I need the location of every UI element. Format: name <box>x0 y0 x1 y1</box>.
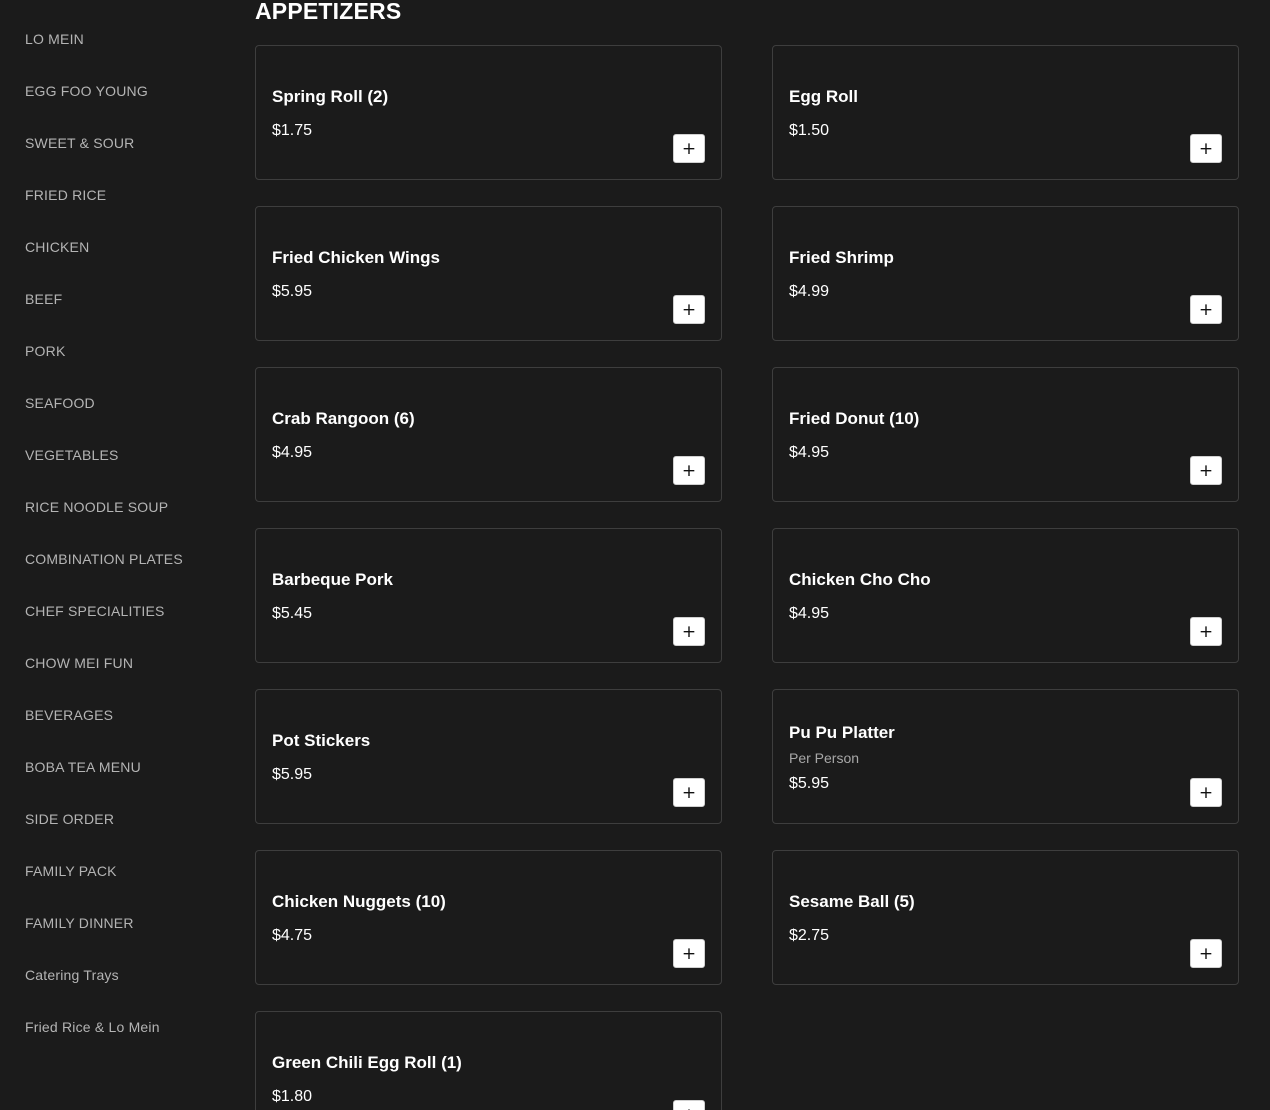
sidebar-item-catering-trays[interactable]: Catering Trays <box>25 967 119 983</box>
menu-page: LO MEIN EGG FOO YOUNG SWEET & SOUR FRIED… <box>0 0 1270 1110</box>
plus-icon: + <box>681 299 697 320</box>
plus-icon: + <box>1198 782 1214 803</box>
sidebar-item-chicken[interactable]: CHICKEN <box>25 239 89 255</box>
item-name: Spring Roll (2) <box>272 87 389 106</box>
item-price: $4.95 <box>272 444 313 461</box>
item-name: Green Chili Egg Roll (1) <box>272 1053 462 1072</box>
item-name: Pot Stickers <box>272 731 371 750</box>
plus-icon: + <box>1198 943 1214 964</box>
add-item-button[interactable]: + <box>673 295 705 324</box>
item-name: Chicken Nuggets (10) <box>272 892 446 911</box>
plus-icon: + <box>681 138 697 159</box>
plus-icon: + <box>1198 621 1214 642</box>
item-price: $1.50 <box>789 122 830 139</box>
add-item-button[interactable]: + <box>673 778 705 807</box>
sidebar-item-boba-tea-menu[interactable]: BOBA TEA MENU <box>25 759 141 775</box>
menu-item-card[interactable]: Fried Chicken Wings $5.95 + <box>255 206 722 341</box>
item-price: $1.80 <box>272 1088 313 1105</box>
sidebar-item-chef-specialities[interactable]: CHEF SPECIALITIES <box>25 603 165 619</box>
item-name: Sesame Ball (5) <box>789 892 915 911</box>
menu-item-card[interactable]: Green Chili Egg Roll (1) $1.80 + <box>255 1011 722 1110</box>
item-price: $4.75 <box>272 927 313 944</box>
plus-icon: + <box>682 1105 696 1110</box>
add-item-button[interactable]: + <box>1190 456 1222 485</box>
item-name: Barbeque Pork <box>272 570 393 589</box>
add-item-button[interactable]: + <box>1190 617 1222 646</box>
plus-icon: + <box>1198 299 1214 320</box>
add-item-button[interactable]: + <box>673 456 705 485</box>
category-sidebar: LO MEIN EGG FOO YOUNG SWEET & SOUR FRIED… <box>0 0 230 1110</box>
sidebar-item-family-pack[interactable]: FAMILY PACK <box>25 863 117 879</box>
item-price: $4.95 <box>789 444 830 461</box>
menu-item-card[interactable]: Spring Roll (2) $1.75 + <box>255 45 722 180</box>
item-price: $5.45 <box>272 605 313 622</box>
sidebar-item-seafood[interactable]: SEAFOOD <box>25 395 95 411</box>
menu-item-card[interactable]: Crab Rangoon (6) $4.95 + <box>255 367 722 502</box>
item-name: Egg Roll <box>789 87 858 106</box>
menu-item-card[interactable]: Egg Roll $1.50 + <box>772 45 1239 180</box>
sidebar-item-pork[interactable]: PORK <box>25 343 65 359</box>
sidebar-item-fried-rice[interactable]: FRIED RICE <box>25 187 106 203</box>
sidebar-item-beef[interactable]: BEEF <box>25 291 62 307</box>
item-price: $1.75 <box>272 122 313 139</box>
item-price: $2.75 <box>789 927 830 944</box>
menu-item-card[interactable]: Pu Pu Platter Per Person $5.95 + <box>772 689 1239 824</box>
add-item-button[interactable]: + <box>1190 778 1222 807</box>
menu-item-card[interactable]: Sesame Ball (5) $2.75 + <box>772 850 1239 985</box>
menu-item-card[interactable]: Chicken Cho Cho $4.95 + <box>772 528 1239 663</box>
item-description: Per Person <box>789 750 860 766</box>
plus-icon: + <box>1198 138 1214 159</box>
sidebar-item-chow-mei-fun[interactable]: CHOW MEI FUN <box>25 655 133 671</box>
item-price: $5.95 <box>789 775 830 792</box>
add-item-button[interactable]: + <box>673 1100 705 1110</box>
sidebar-item-vegetables[interactable]: VEGETABLES <box>25 447 119 463</box>
plus-icon: + <box>681 782 697 803</box>
sidebar-item-combination-plates[interactable]: COMBINATION PLATES <box>25 551 183 567</box>
add-item-button[interactable]: + <box>673 617 705 646</box>
menu-item-card[interactable]: Pot Stickers $5.95 + <box>255 689 722 824</box>
add-item-button[interactable]: + <box>1190 134 1222 163</box>
item-name: Fried Donut (10) <box>789 409 920 428</box>
add-item-button[interactable]: + <box>673 134 705 163</box>
sidebar-item-fried-rice-and-lo-mein[interactable]: Fried Rice & Lo Mein <box>25 1019 160 1035</box>
sidebar-item-sweet-and-sour[interactable]: SWEET & SOUR <box>25 135 135 151</box>
menu-item-card[interactable]: Chicken Nuggets (10) $4.75 + <box>255 850 722 985</box>
menu-item-card[interactable]: Barbeque Pork $5.45 + <box>255 528 722 663</box>
plus-icon: + <box>681 621 697 642</box>
menu-item-card[interactable]: Fried Donut (10) $4.95 + <box>772 367 1239 502</box>
section-title: APPETIZERS <box>255 0 402 24</box>
sidebar-item-rice-noodle-soup[interactable]: RICE NOODLE SOUP <box>25 499 168 515</box>
menu-item-card[interactable]: Fried Shrimp $4.99 + <box>772 206 1239 341</box>
item-name: Crab Rangoon (6) <box>272 409 415 428</box>
sidebar-item-family-dinner[interactable]: FAMILY DINNER <box>25 915 134 931</box>
plus-icon: + <box>1198 460 1214 481</box>
item-name: Fried Chicken Wings <box>272 248 440 267</box>
item-name: Fried Shrimp <box>789 248 894 267</box>
item-price: $4.99 <box>789 283 830 300</box>
add-item-button[interactable]: + <box>1190 939 1222 968</box>
sidebar-item-beverages[interactable]: BEVERAGES <box>25 707 113 723</box>
item-price: $4.95 <box>789 605 830 622</box>
item-name: Chicken Cho Cho <box>789 570 931 589</box>
add-item-button[interactable]: + <box>673 939 705 968</box>
plus-icon: + <box>681 943 697 964</box>
item-name: Pu Pu Platter <box>789 723 895 742</box>
item-price: $5.95 <box>272 766 313 783</box>
item-price: $5.95 <box>272 283 313 300</box>
sidebar-item-side-order[interactable]: SIDE ORDER <box>25 811 114 827</box>
plus-icon: + <box>681 460 697 481</box>
sidebar-item-egg-foo-young[interactable]: EGG FOO YOUNG <box>25 83 148 99</box>
add-item-button[interactable]: + <box>1190 295 1222 324</box>
sidebar-item-lo-mein[interactable]: LO MEIN <box>25 31 84 47</box>
